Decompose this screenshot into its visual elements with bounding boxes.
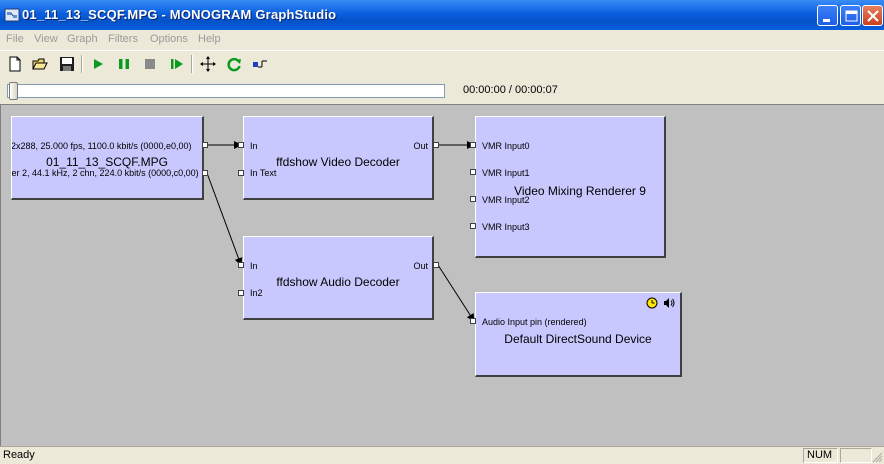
window-title: 01_11_13_SCQF.MPG - MONOGRAM GraphStudio: [22, 7, 337, 22]
pin-label-video: 352x288, 25.000 fps, 1100.0 kbit/s (0000…: [11, 141, 192, 151]
input-pin-vmr1[interactable]: [470, 169, 476, 175]
play-icon[interactable]: [89, 55, 107, 73]
app-icon: [4, 8, 20, 22]
toolbar-separator: [191, 55, 193, 73]
input-pin-in2[interactable]: [238, 290, 244, 296]
menu-graph[interactable]: Graph: [67, 33, 98, 45]
pin-label-vmr1: VMR Input1: [482, 168, 530, 178]
status-bar: Ready NUM: [0, 446, 884, 464]
title-bar[interactable]: 01_11_13_SCQF.MPG - MONOGRAM GraphStudio: [0, 0, 884, 30]
menu-help[interactable]: Help: [198, 33, 221, 45]
graph-canvas[interactable]: 352x288, 25.000 fps, 1100.0 kbit/s (0000…: [0, 104, 884, 446]
stop-icon[interactable]: [141, 55, 159, 73]
seek-handle[interactable]: [9, 82, 18, 100]
step-icon[interactable]: [168, 55, 186, 73]
pin-label-in2: In2: [250, 288, 263, 298]
output-pin-video[interactable]: [202, 142, 208, 148]
pin-label-in: In: [250, 141, 258, 151]
pin-label-in: In: [250, 261, 258, 271]
menu-view[interactable]: View: [34, 33, 58, 45]
refresh-icon[interactable]: [225, 55, 243, 73]
filter-dsound[interactable]: Audio Input pin (rendered) Default Direc…: [475, 292, 682, 377]
resize-grip-icon[interactable]: [872, 452, 883, 463]
num-lock-indicator: NUM: [803, 448, 838, 463]
status-pane-empty: [840, 448, 872, 463]
connection-audio-dsound: [437, 264, 475, 322]
pause-icon[interactable]: [115, 55, 133, 73]
input-pin-vmr3[interactable]: [470, 223, 476, 229]
seek-icon[interactable]: [251, 55, 269, 73]
input-pin-vmr2[interactable]: [470, 196, 476, 202]
arrange-icon[interactable]: [199, 55, 217, 73]
maximize-button[interactable]: [840, 5, 861, 26]
filter-vmr9[interactable]: VMR Input0 VMR Input1 Video Mixing Rende…: [475, 116, 666, 258]
pin-label-audio-input: Audio Input pin (rendered): [482, 317, 587, 327]
filter-video-decoder[interactable]: In Out ffdshow Video Decoder In Text: [243, 116, 434, 200]
toolbar: [0, 50, 884, 77]
status-text: Ready: [3, 449, 35, 461]
output-pin-audio[interactable]: [202, 170, 208, 176]
menu-options[interactable]: Options: [150, 33, 188, 45]
input-pin-in[interactable]: [238, 142, 244, 148]
minimize-button[interactable]: [817, 5, 838, 26]
input-pin-in[interactable]: [238, 262, 244, 268]
filter-name: ffdshow Video Decoder: [276, 155, 400, 169]
toolbar-separator: [81, 55, 83, 73]
menu-file[interactable]: File: [6, 33, 24, 45]
input-pin-audio[interactable]: [470, 318, 476, 324]
filter-name: Default DirectSound Device: [504, 332, 652, 346]
pin-label-out: Out: [413, 261, 428, 271]
clock-icon: [646, 297, 658, 309]
filter-name: ffdshow Audio Decoder: [276, 275, 400, 289]
minimize-icon: [823, 19, 830, 22]
pin-label-vmr0: VMR Input0: [482, 141, 530, 151]
input-pin-vmr0[interactable]: [470, 142, 476, 148]
pin-label-audio: Layer 2, 44.1 kHz, 2 chn, 224.0 kbit/s (…: [11, 168, 199, 178]
filter-audio-decoder[interactable]: In Out ffdshow Audio Decoder In2: [243, 236, 434, 320]
menu-filters[interactable]: Filters: [108, 33, 138, 45]
close-icon: [867, 10, 879, 22]
output-pin-out[interactable]: [433, 142, 439, 148]
filter-name: 01_11_13_SCQF.MPG: [46, 155, 168, 169]
output-pin-out[interactable]: [433, 262, 439, 268]
new-icon[interactable]: [6, 55, 24, 73]
filter-source[interactable]: 352x288, 25.000 fps, 1100.0 kbit/s (0000…: [11, 116, 204, 200]
save-icon[interactable]: [58, 55, 76, 73]
input-pin-in-text[interactable]: [238, 170, 244, 176]
open-icon[interactable]: [31, 55, 49, 73]
pin-label-out: Out: [413, 141, 428, 151]
pin-label-vmr2: VMR Input2: [482, 195, 530, 205]
menu-bar: File View Graph Filters Options Help: [0, 30, 884, 50]
close-button[interactable]: [862, 5, 883, 26]
time-display: 00:00:00 / 00:00:07: [463, 84, 558, 96]
pin-label-vmr3: VMR Input3: [482, 222, 530, 232]
pin-label-in-text: In Text: [250, 168, 277, 178]
maximize-icon: [845, 10, 858, 22]
speaker-icon: [664, 298, 675, 308]
connection-source-audio: [206, 172, 243, 266]
seek-track[interactable]: [7, 84, 445, 98]
